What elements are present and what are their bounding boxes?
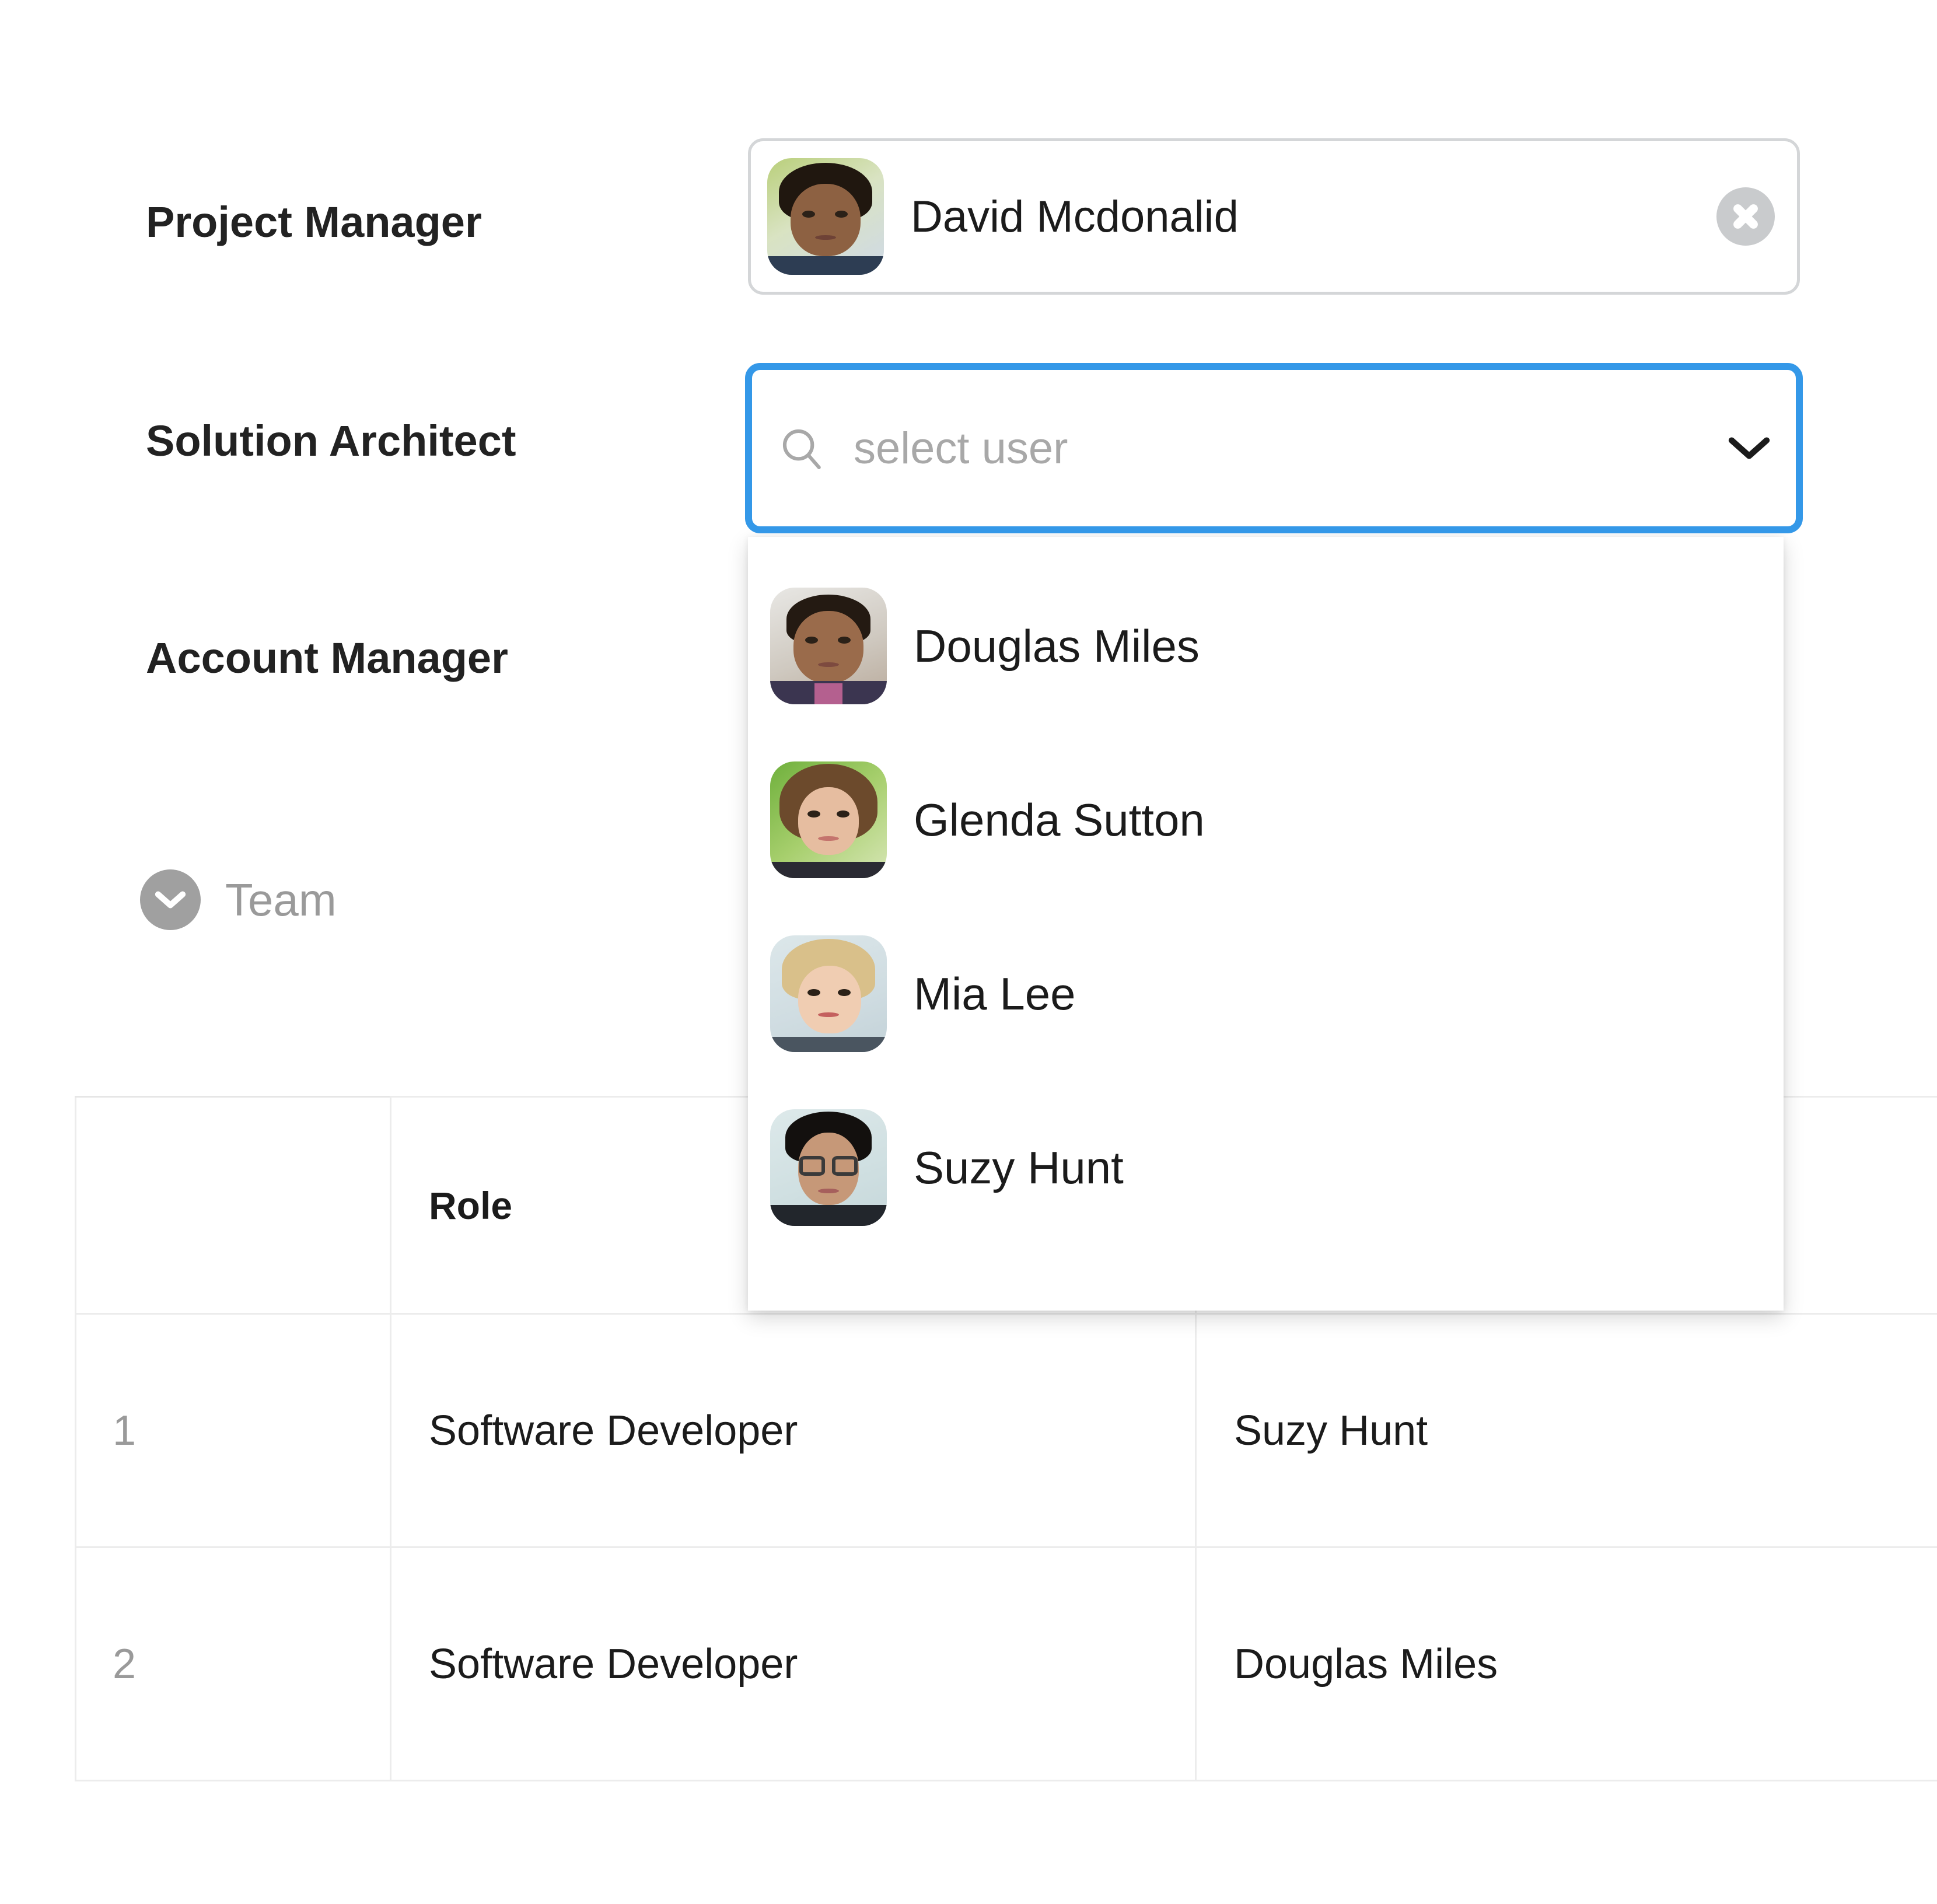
solution-architect-label: Solution Architect — [146, 417, 516, 465]
avatar — [767, 158, 884, 275]
row-index: 1 — [75, 1313, 391, 1548]
row-index: 2 — [75, 1546, 391, 1781]
search-icon — [777, 423, 827, 473]
dropdown-option[interactable]: Glenda Sutton — [748, 733, 1784, 907]
avatar — [770, 588, 887, 704]
dropdown-option-label: Suzy Hunt — [914, 1141, 1124, 1193]
avatar-face-mia — [770, 935, 887, 1052]
project-manager-label: Project Manager — [146, 198, 482, 246]
table-header-index — [75, 1096, 391, 1315]
avatar — [770, 935, 887, 1052]
avatar — [770, 1109, 887, 1226]
row-member: Douglas Miles — [1195, 1546, 1937, 1781]
user-select-dropdown[interactable]: Douglas Miles Glenda Sutton Mia Lee Suzy… — [748, 537, 1784, 1311]
row-role: Software Developer — [390, 1546, 1197, 1781]
chevron-down-circle-icon[interactable] — [140, 869, 201, 930]
avatar-face-glenda — [770, 761, 887, 878]
project-manager-value: David Mcdonalid — [911, 191, 1239, 242]
row-role: Software Developer — [390, 1313, 1197, 1548]
dropdown-option[interactable]: Suzy Hunt — [748, 1081, 1784, 1255]
close-icon[interactable] — [1716, 187, 1775, 246]
solution-architect-field[interactable]: select user — [745, 363, 1803, 533]
dropdown-option-label: Glenda Sutton — [914, 794, 1205, 846]
avatar-face-david — [767, 158, 884, 275]
dropdown-option[interactable]: Douglas Miles — [748, 559, 1784, 733]
project-form-page: Project Manager David Mcdonalid Solution… — [0, 0, 1937, 1904]
table-row[interactable]: 1 Software Developer Suzy Hunt — [75, 1313, 1937, 1548]
project-manager-field[interactable]: David Mcdonalid — [748, 138, 1800, 295]
row-member: Suzy Hunt — [1195, 1313, 1937, 1548]
avatar — [770, 761, 887, 878]
account-manager-label: Account Manager — [146, 634, 508, 682]
dropdown-option-label: Mia Lee — [914, 967, 1076, 1019]
table-row[interactable]: 2 Software Developer Douglas Miles — [75, 1546, 1937, 1781]
chevron-down-icon[interactable] — [1726, 434, 1772, 462]
dropdown-option[interactable]: Mia Lee — [748, 907, 1784, 1081]
team-section-title: Team — [225, 874, 337, 925]
team-section-header[interactable]: Team — [140, 869, 337, 930]
avatar-face-suzy — [770, 1109, 887, 1226]
dropdown-option-label: Douglas Miles — [914, 620, 1200, 672]
search-input[interactable]: select user — [854, 423, 1726, 474]
avatar-face-douglas — [770, 588, 887, 704]
